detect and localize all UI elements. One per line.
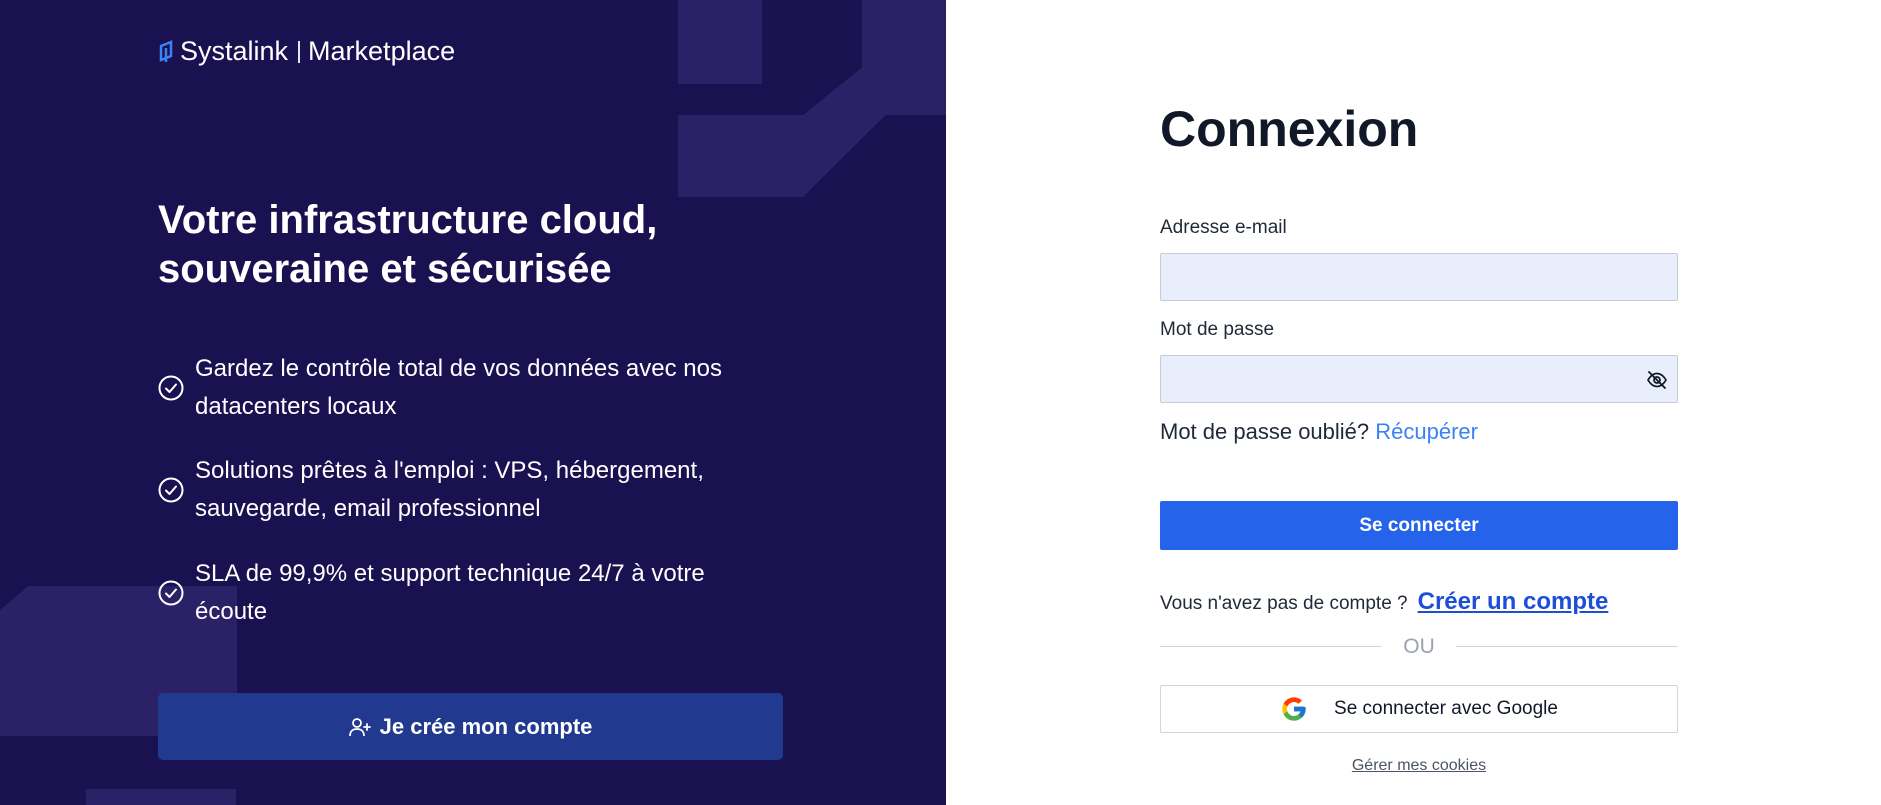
systalink-logo-icon <box>159 39 173 62</box>
decor-shape <box>803 0 946 197</box>
user-plus-icon <box>348 717 371 736</box>
divider-right <box>1456 646 1678 647</box>
password-field[interactable] <box>1160 355 1678 403</box>
decor-shape <box>86 789 236 805</box>
create-account-link[interactable]: Créer un compte <box>1418 588 1609 616</box>
google-login-button[interactable]: Se connecter avec Google <box>1160 685 1678 733</box>
manage-cookies-link[interactable]: Gérer mes cookies <box>1160 757 1678 775</box>
feature-item: Gardez le contrôle total de vos données … <box>158 350 768 426</box>
create-account-label: Je crée mon compte <box>379 713 593 739</box>
email-label: Adresse e-mail <box>1160 217 1287 238</box>
password-label: Mot de passe <box>1160 319 1275 340</box>
brand-logo[interactable]: Systalink Marketplace <box>158 36 455 67</box>
feature-text: SLA de 99,9% et support technique 24/7 à… <box>195 560 705 625</box>
brand-name: Systalink <box>180 36 289 66</box>
eye-off-icon[interactable] <box>1646 369 1668 391</box>
check-circle-icon <box>158 477 184 503</box>
brand-product: Marketplace <box>308 36 456 66</box>
check-circle-icon <box>158 375 184 401</box>
feature-text: Gardez le contrôle total de vos données … <box>195 355 722 420</box>
signup-row: Vous n'avez pas de compte ? Créer un com… <box>1160 588 1608 616</box>
page-title: Connexion <box>1160 101 1419 157</box>
feature-text: Solutions prêtes à l'emploi : VPS, héber… <box>195 457 704 522</box>
brand-separator <box>298 40 301 63</box>
login-button[interactable]: Se connecter <box>1160 501 1678 550</box>
login-panel: Connexion Adresse e-mail Mot de passe Mo… <box>946 0 1881 805</box>
hero-title: Votre infrastructure cloud, souveraine e… <box>158 198 658 291</box>
create-account-button[interactable]: Je crée mon compte <box>158 693 783 760</box>
check-circle-icon <box>158 580 184 606</box>
feature-item: Solutions prêtes à l'emploi : VPS, héber… <box>158 452 768 528</box>
forgot-password-row: Mot de passe oublié? Récupérer <box>1160 419 1478 445</box>
or-separator: OU <box>1403 635 1435 658</box>
google-login-label: Se connecter avec Google <box>1334 698 1558 719</box>
feature-item: SLA de 99,9% et support technique 24/7 à… <box>158 555 768 631</box>
promo-panel: Systalink Marketplace Votre infrastructu… <box>0 0 946 805</box>
forgot-password-text: Mot de passe oublié? <box>1160 419 1370 444</box>
google-icon <box>1282 697 1306 721</box>
email-field[interactable] <box>1160 253 1678 301</box>
no-account-text: Vous n'avez pas de compte ? <box>1160 593 1408 614</box>
recover-password-link[interactable]: Récupérer <box>1375 419 1478 444</box>
